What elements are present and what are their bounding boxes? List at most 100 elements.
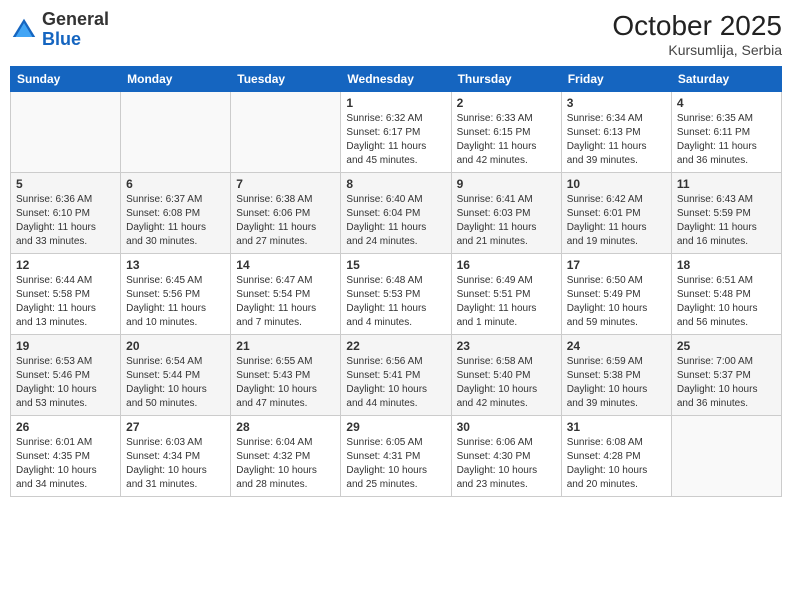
table-row: 4 Sunrise: 6:35 AM Sunset: 6:11 PM Daylig… [671, 92, 781, 173]
table-row: 10 Sunrise: 6:42 AM Sunset: 6:01 PM Dayli… [561, 173, 671, 254]
calendar-week-row: 1 Sunrise: 6:32 AM Sunset: 6:17 PM Daylig… [11, 92, 782, 173]
day-info: Sunrise: 6:33 AM Sunset: 6:15 PM Dayligh… [457, 112, 556, 168]
table-row: 9 Sunrise: 6:41 AM Sunset: 6:03 PM Daylig… [451, 173, 561, 254]
table-row: 13 Sunrise: 6:45 AM Sunset: 5:56 PM Dayli… [121, 254, 231, 335]
day-info: Sunrise: 6:35 AM Sunset: 6:11 PM Dayligh… [677, 112, 776, 168]
calendar: Sunday Monday Tuesday Wednesday Thursday… [10, 66, 782, 497]
table-row: 5 Sunrise: 6:36 AM Sunset: 6:10 PM Daylig… [11, 173, 121, 254]
table-row: 8 Sunrise: 6:40 AM Sunset: 6:04 PM Daylig… [341, 173, 451, 254]
day-info: Sunrise: 6:34 AM Sunset: 6:13 PM Dayligh… [567, 112, 666, 168]
logo-text: General Blue [42, 10, 109, 50]
day-info: Sunrise: 6:42 AM Sunset: 6:01 PM Dayligh… [567, 193, 666, 249]
day-number: 14 [236, 258, 335, 272]
table-row: 30 Sunrise: 6:06 AM Sunset: 4:30 PM Dayli… [451, 416, 561, 497]
table-row: 12 Sunrise: 6:44 AM Sunset: 5:58 PM Dayli… [11, 254, 121, 335]
day-number: 20 [126, 339, 225, 353]
day-number: 1 [346, 96, 445, 110]
day-number: 28 [236, 420, 335, 434]
day-number: 26 [16, 420, 115, 434]
col-thursday: Thursday [451, 67, 561, 92]
day-number: 21 [236, 339, 335, 353]
logo-icon [10, 16, 38, 44]
day-info: Sunrise: 6:58 AM Sunset: 5:40 PM Dayligh… [457, 355, 556, 411]
table-row: 2 Sunrise: 6:33 AM Sunset: 6:15 PM Daylig… [451, 92, 561, 173]
day-info: Sunrise: 6:55 AM Sunset: 5:43 PM Dayligh… [236, 355, 335, 411]
table-row: 29Sunrise: 6:05 AM Sunset: 4:31 PM Dayli… [341, 416, 451, 497]
day-number: 22 [346, 339, 445, 353]
day-info: Sunrise: 6:54 AM Sunset: 5:44 PM Dayligh… [126, 355, 225, 411]
day-number: 31 [567, 420, 666, 434]
table-row: 20 Sunrise: 6:54 AM Sunset: 5:44 PM Dayli… [121, 335, 231, 416]
table-row: 25Sunrise: 7:00 AM Sunset: 5:37 PM Dayli… [671, 335, 781, 416]
day-number: 8 [346, 177, 445, 191]
day-number: 23 [457, 339, 556, 353]
day-number: 6 [126, 177, 225, 191]
day-number: 16 [457, 258, 556, 272]
day-info: Sunrise: 6:37 AM Sunset: 6:08 PM Dayligh… [126, 193, 225, 249]
logo: General Blue [10, 10, 109, 50]
table-row: 28 Sunrise: 6:04 AM Sunset: 4:32 PM Dayli… [231, 416, 341, 497]
col-saturday: Saturday [671, 67, 781, 92]
day-info: Sunrise: 6:43 AM Sunset: 5:59 PM Dayligh… [677, 193, 776, 249]
day-info: Sunrise: 6:41 AM Sunset: 6:03 PM Dayligh… [457, 193, 556, 249]
day-number: 4 [677, 96, 776, 110]
logo-general: General [42, 9, 109, 29]
col-monday: Monday [121, 67, 231, 92]
table-row: 24Sunrise: 6:59 AM Sunset: 5:38 PM Dayli… [561, 335, 671, 416]
day-number: 5 [16, 177, 115, 191]
day-number: 15 [346, 258, 445, 272]
day-number: 13 [126, 258, 225, 272]
day-info: Sunrise: 6:59 AM Sunset: 5:38 PM Dayligh… [567, 355, 666, 411]
day-info: Sunrise: 6:36 AM Sunset: 6:10 PM Dayligh… [16, 193, 115, 249]
table-row: 7 Sunrise: 6:38 AM Sunset: 6:06 PM Daylig… [231, 173, 341, 254]
day-number: 30 [457, 420, 556, 434]
calendar-week-row: 19Sunrise: 6:53 AM Sunset: 5:46 PM Dayli… [11, 335, 782, 416]
table-row [11, 92, 121, 173]
day-info: Sunrise: 6:50 AM Sunset: 5:49 PM Dayligh… [567, 274, 666, 330]
table-row [231, 92, 341, 173]
day-number: 29 [346, 420, 445, 434]
table-row: 17 Sunrise: 6:50 AM Sunset: 5:49 PM Dayli… [561, 254, 671, 335]
table-row: 19Sunrise: 6:53 AM Sunset: 5:46 PM Dayli… [11, 335, 121, 416]
day-number: 17 [567, 258, 666, 272]
page: General Blue October 2025 Kursumlija, Se… [0, 0, 792, 612]
day-number: 19 [16, 339, 115, 353]
day-number: 18 [677, 258, 776, 272]
day-info: Sunrise: 6:08 AM Sunset: 4:28 PM Dayligh… [567, 436, 666, 492]
table-row: 18 Sunrise: 6:51 AM Sunset: 5:48 PM Dayli… [671, 254, 781, 335]
logo-blue: Blue [42, 29, 81, 49]
table-row: 23 Sunrise: 6:58 AM Sunset: 5:40 PM Dayli… [451, 335, 561, 416]
day-info: Sunrise: 6:49 AM Sunset: 5:51 PM Dayligh… [457, 274, 556, 330]
calendar-week-row: 12 Sunrise: 6:44 AM Sunset: 5:58 PM Dayli… [11, 254, 782, 335]
day-info: Sunrise: 6:51 AM Sunset: 5:48 PM Dayligh… [677, 274, 776, 330]
table-row: 31 Sunrise: 6:08 AM Sunset: 4:28 PM Dayli… [561, 416, 671, 497]
day-number: 27 [126, 420, 225, 434]
table-row: 15 Sunrise: 6:48 AM Sunset: 5:53 PM Dayli… [341, 254, 451, 335]
day-info: Sunrise: 6:32 AM Sunset: 6:17 PM Dayligh… [346, 112, 445, 168]
title-block: October 2025 Kursumlija, Serbia [612, 10, 782, 58]
day-number: 2 [457, 96, 556, 110]
table-row: 16 Sunrise: 6:49 AM Sunset: 5:51 PM Dayli… [451, 254, 561, 335]
day-info: Sunrise: 6:04 AM Sunset: 4:32 PM Dayligh… [236, 436, 335, 492]
day-info: Sunrise: 6:45 AM Sunset: 5:56 PM Dayligh… [126, 274, 225, 330]
day-info: Sunrise: 7:00 AM Sunset: 5:37 PM Dayligh… [677, 355, 776, 411]
table-row [121, 92, 231, 173]
calendar-header-row: Sunday Monday Tuesday Wednesday Thursday… [11, 67, 782, 92]
table-row: 11Sunrise: 6:43 AM Sunset: 5:59 PM Dayli… [671, 173, 781, 254]
calendar-week-row: 5 Sunrise: 6:36 AM Sunset: 6:10 PM Daylig… [11, 173, 782, 254]
col-sunday: Sunday [11, 67, 121, 92]
day-info: Sunrise: 6:03 AM Sunset: 4:34 PM Dayligh… [126, 436, 225, 492]
day-info: Sunrise: 6:01 AM Sunset: 4:35 PM Dayligh… [16, 436, 115, 492]
day-number: 12 [16, 258, 115, 272]
day-info: Sunrise: 6:06 AM Sunset: 4:30 PM Dayligh… [457, 436, 556, 492]
table-row: 22Sunrise: 6:56 AM Sunset: 5:41 PM Dayli… [341, 335, 451, 416]
day-info: Sunrise: 6:40 AM Sunset: 6:04 PM Dayligh… [346, 193, 445, 249]
day-info: Sunrise: 6:48 AM Sunset: 5:53 PM Dayligh… [346, 274, 445, 330]
col-wednesday: Wednesday [341, 67, 451, 92]
day-number: 9 [457, 177, 556, 191]
day-info: Sunrise: 6:38 AM Sunset: 6:06 PM Dayligh… [236, 193, 335, 249]
day-info: Sunrise: 6:44 AM Sunset: 5:58 PM Dayligh… [16, 274, 115, 330]
day-number: 10 [567, 177, 666, 191]
day-number: 7 [236, 177, 335, 191]
col-friday: Friday [561, 67, 671, 92]
